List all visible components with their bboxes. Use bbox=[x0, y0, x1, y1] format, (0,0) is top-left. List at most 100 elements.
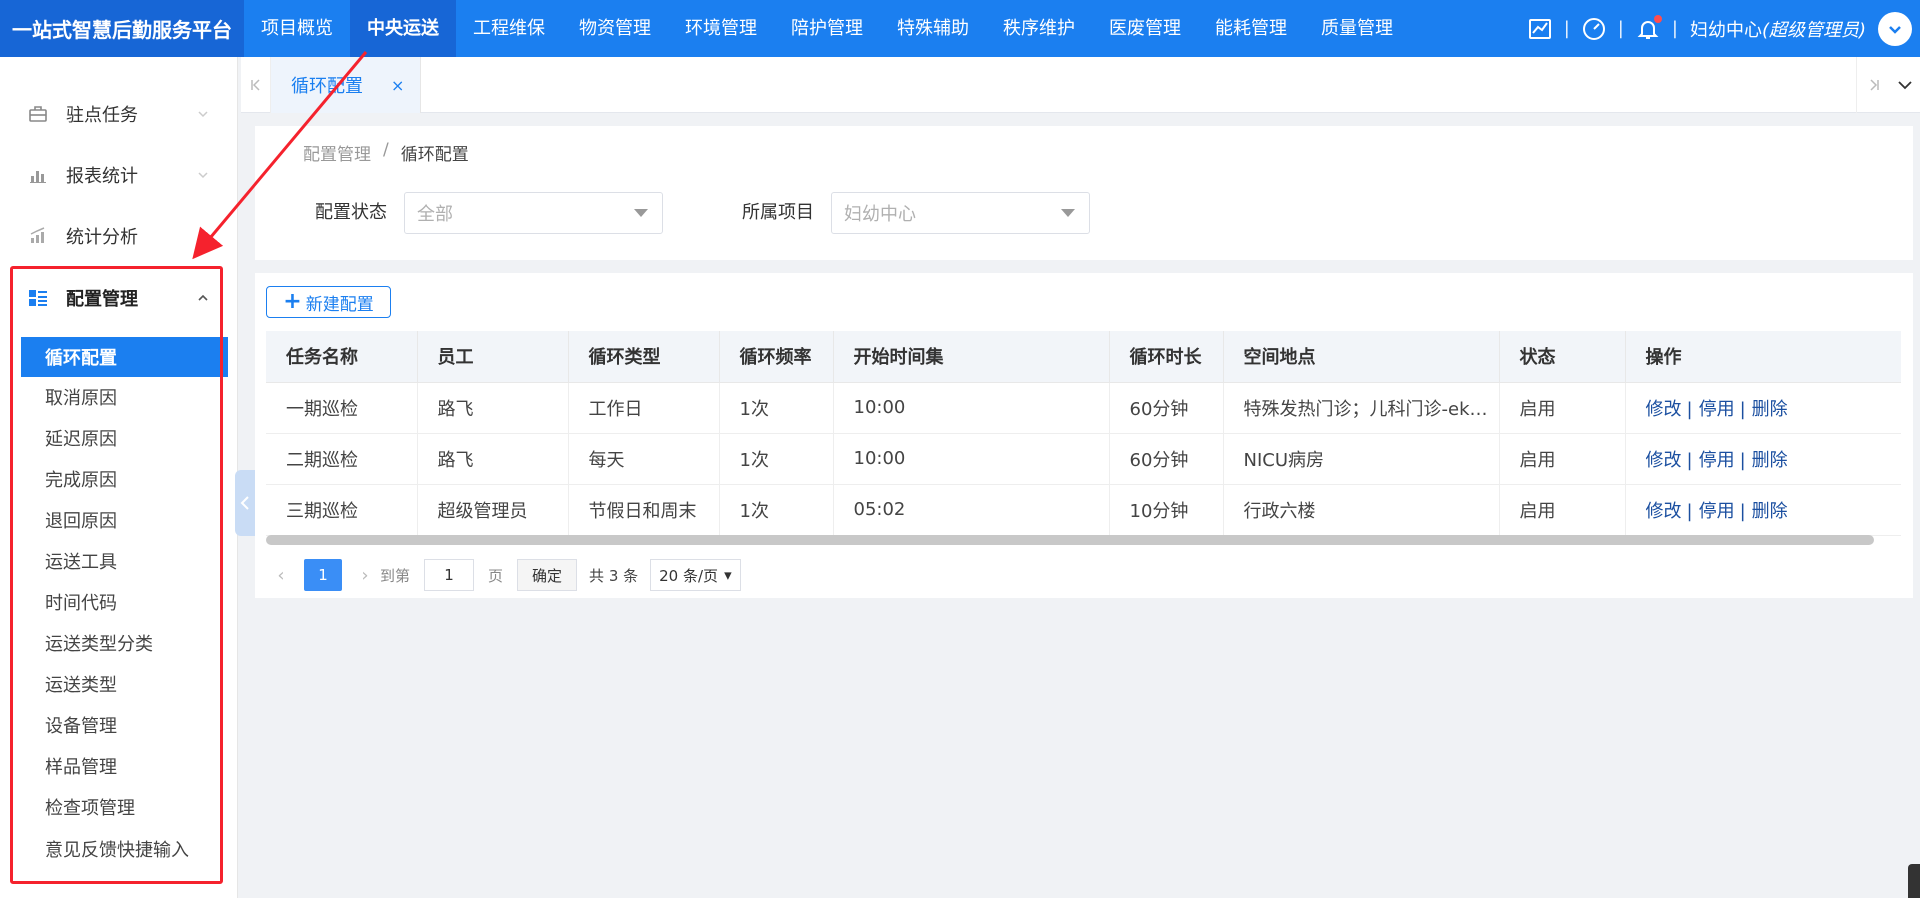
table-row[interactable]: 一期巡检 路飞 工作日 1次 10:00 60分钟 特殊发热门诊；儿科门诊-ek… bbox=[266, 382, 1901, 434]
status-cell: 启用 bbox=[1499, 433, 1626, 485]
breadcrumb-current: 循环配置 bbox=[400, 145, 469, 165]
sidebar-item-analysis[interactable]: 统计分析 bbox=[0, 211, 237, 261]
delete-link[interactable]: 删除 bbox=[1752, 399, 1788, 420]
scroll-thumb[interactable] bbox=[1908, 864, 1920, 898]
breadcrumb-separator: / bbox=[383, 140, 389, 160]
sidebar-subitem-sample-management[interactable]: 样品管理 bbox=[21, 746, 228, 786]
delete-link[interactable]: 删除 bbox=[1752, 450, 1788, 471]
dashboard-icon[interactable] bbox=[1582, 17, 1606, 41]
table-cell: 60分钟 bbox=[1109, 433, 1224, 485]
sidebar-item-clipped[interactable] bbox=[0, 57, 237, 77]
bell-icon[interactable] bbox=[1636, 14, 1662, 41]
tab-menu-chevron-icon[interactable] bbox=[1890, 57, 1920, 113]
disable-link[interactable]: 停用 bbox=[1699, 399, 1735, 420]
table-cell: 超级管理员 bbox=[417, 484, 569, 536]
nav-item-overview[interactable]: 项目概览 bbox=[244, 0, 350, 57]
table-cell: 1次 bbox=[719, 433, 834, 485]
tab-scroll-right-icon[interactable] bbox=[1856, 57, 1890, 113]
prev-page-icon[interactable]: ‹ bbox=[266, 565, 296, 586]
table-cell: 60分钟 bbox=[1109, 382, 1224, 434]
disable-link[interactable]: 停用 bbox=[1699, 501, 1735, 522]
edit-link[interactable]: 修改 bbox=[1646, 501, 1682, 522]
user-name[interactable]: 妇幼中心(超级管理员) bbox=[1690, 16, 1866, 42]
sidebar-item-station-task[interactable]: 驻点任务 bbox=[0, 89, 237, 139]
page-size-select[interactable]: 20 条/页 ▾ bbox=[650, 559, 741, 591]
nav-item-materials[interactable]: 物资管理 bbox=[562, 0, 668, 57]
project-filter-select[interactable]: 妇幼中心 bbox=[831, 192, 1090, 234]
nav-item-order[interactable]: 秩序维护 bbox=[986, 0, 1092, 57]
table-cell: 二期巡检 bbox=[266, 433, 418, 485]
nav-item-quality[interactable]: 质量管理 bbox=[1304, 0, 1410, 57]
table-row[interactable]: 二期巡检 路飞 每天 1次 10:00 60分钟 NICU病房 启用 修改 | 停用… bbox=[266, 433, 1901, 485]
bar-chart-icon bbox=[28, 165, 48, 185]
next-page-icon[interactable]: › bbox=[350, 565, 380, 586]
nav-item-engineering[interactable]: 工程维保 bbox=[456, 0, 562, 57]
table-row[interactable]: 三期巡检 超级管理员 节假日和周末 1次 05:02 10分钟 行政六楼 启用 … bbox=[266, 484, 1901, 536]
sidebar-item-config[interactable]: 配置管理 bbox=[0, 273, 237, 323]
separator: | bbox=[1686, 398, 1693, 420]
table-cell: 工作日 bbox=[568, 382, 720, 434]
sidebar-subitem-return-reason[interactable]: 退回原因 bbox=[21, 500, 228, 540]
sidebar-subitem-device-management[interactable]: 设备管理 bbox=[21, 705, 228, 745]
sidebar-subitem-check-item-management[interactable]: 检查项管理 bbox=[21, 787, 228, 827]
edit-link[interactable]: 修改 bbox=[1646, 450, 1682, 471]
page-number-current[interactable]: 1 bbox=[304, 559, 342, 591]
caret-down-icon bbox=[634, 209, 648, 217]
nav-item-special-assist[interactable]: 特殊辅助 bbox=[880, 0, 986, 57]
goto-label: 到第 bbox=[380, 566, 411, 585]
sidebar-subitem-transport-type[interactable]: 运送类型 bbox=[21, 664, 228, 704]
goto-page-input[interactable]: 1 bbox=[424, 559, 475, 591]
column-header[interactable]: 循环频率 bbox=[719, 331, 834, 383]
status-filter-select[interactable]: 全部 bbox=[404, 192, 663, 234]
tab-loop-config[interactable]: 循环配置 × bbox=[271, 57, 422, 113]
column-header[interactable]: 任务名称 bbox=[266, 331, 418, 383]
breadcrumb-parent[interactable]: 配置管理 bbox=[303, 140, 371, 165]
column-header[interactable]: 状态 bbox=[1499, 331, 1626, 383]
nav-item-energy[interactable]: 能耗管理 bbox=[1198, 0, 1304, 57]
page-unit-label: 页 bbox=[488, 566, 504, 585]
sidebar-subitem-cancel-reason[interactable]: 取消原因 bbox=[21, 377, 228, 417]
new-config-button[interactable]: + 新建配置 bbox=[266, 286, 391, 318]
separator: | bbox=[1686, 500, 1693, 522]
column-header[interactable]: 循环类型 bbox=[568, 331, 720, 383]
table-cell: 一期巡检 bbox=[266, 382, 418, 434]
edit-link[interactable]: 修改 bbox=[1646, 399, 1682, 420]
goto-confirm-button[interactable]: 确定 bbox=[517, 559, 578, 591]
nav-item-central-transport[interactable]: 中央运送 bbox=[350, 0, 456, 57]
config-list-icon bbox=[28, 288, 48, 308]
column-header[interactable]: 操作 bbox=[1625, 331, 1901, 383]
sidebar-collapse-toggle[interactable] bbox=[235, 470, 255, 536]
chart-icon[interactable] bbox=[1528, 17, 1552, 41]
column-header[interactable]: 开始时间集 bbox=[833, 331, 1110, 383]
briefcase-icon bbox=[28, 104, 48, 124]
sidebar: 驻点任务 报表统计 统计分析 配置管理 循环配置 取消原因 延迟原因 完成原因 bbox=[0, 57, 238, 898]
analysis-chart-icon bbox=[28, 226, 48, 246]
total-count: 共 3 条 bbox=[589, 566, 639, 585]
nav-item-environment[interactable]: 环境管理 bbox=[668, 0, 774, 57]
tab-scroll-left-icon[interactable] bbox=[241, 57, 271, 113]
sidebar-subitem-feedback-shortcut[interactable]: 意见反馈快捷输入 bbox=[21, 829, 228, 869]
sidebar-subitem-delay-reason[interactable]: 延迟原因 bbox=[21, 418, 228, 458]
separator: | bbox=[1739, 500, 1746, 522]
sidebar-subitem-transport-tool[interactable]: 运送工具 bbox=[21, 541, 228, 581]
disable-link[interactable]: 停用 bbox=[1699, 450, 1735, 471]
delete-link[interactable]: 删除 bbox=[1752, 501, 1788, 522]
column-header[interactable]: 循环时长 bbox=[1109, 331, 1224, 383]
pagination: ‹ 1 › 到第 1 页 确定 共 3 条 20 条/页 ▾ bbox=[266, 557, 741, 593]
close-icon[interactable]: × bbox=[391, 76, 404, 95]
sidebar-subitem-transport-type-category[interactable]: 运送类型分类 bbox=[21, 623, 228, 663]
sidebar-subitem-loop-config[interactable]: 循环配置 bbox=[21, 337, 228, 377]
table-cell: 特殊发热门诊；儿科门诊-ek… bbox=[1223, 382, 1500, 434]
chevron-down-icon[interactable] bbox=[1878, 11, 1912, 46]
chevron-down-icon bbox=[198, 111, 208, 118]
nav-item-medical-waste[interactable]: 医废管理 bbox=[1092, 0, 1198, 57]
sidebar-subitem-complete-reason[interactable]: 完成原因 bbox=[21, 459, 228, 499]
nav-item-escort[interactable]: 陪护管理 bbox=[774, 0, 880, 57]
column-header[interactable]: 空间地点 bbox=[1223, 331, 1500, 383]
table-cell: 行政六楼 bbox=[1223, 484, 1500, 536]
horizontal-scrollbar[interactable] bbox=[266, 535, 1874, 545]
page-size-value: 20 条/页 bbox=[659, 566, 719, 585]
sidebar-item-report[interactable]: 报表统计 bbox=[0, 150, 237, 200]
sidebar-subitem-time-code[interactable]: 时间代码 bbox=[21, 582, 228, 622]
column-header[interactable]: 员工 bbox=[417, 331, 569, 383]
